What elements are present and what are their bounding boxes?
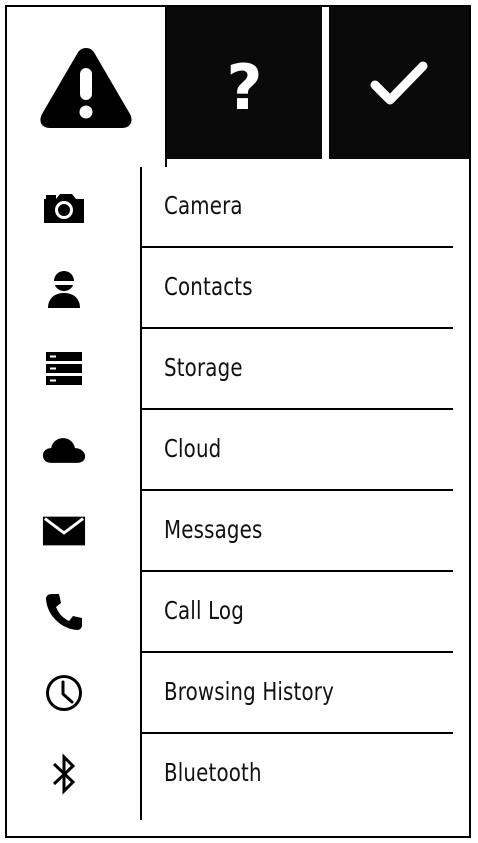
list-item-cloud[interactable]: Cloud xyxy=(7,410,469,491)
phone-icon xyxy=(42,592,86,632)
permissions-panel: ? Camera Contacts Storage Cloud Messages… xyxy=(5,5,471,838)
tab-bar: ? xyxy=(7,7,469,167)
envelope-icon xyxy=(42,511,86,551)
list-item-bluetooth[interactable]: Bluetooth xyxy=(7,734,469,815)
list-item-call-log[interactable]: Call Log xyxy=(7,572,469,653)
clock-icon xyxy=(42,673,86,713)
list-item-label: Contacts xyxy=(164,272,253,301)
camera-icon xyxy=(42,187,86,227)
tab-help[interactable]: ? xyxy=(167,7,327,159)
list-item-label: Bluetooth xyxy=(164,758,262,787)
tab-warning[interactable] xyxy=(7,7,167,167)
cloud-icon xyxy=(42,430,86,470)
warning-icon xyxy=(40,48,132,128)
question-icon: ? xyxy=(226,51,263,124)
list-item-label: Cloud xyxy=(164,434,222,463)
list-item-storage[interactable]: Storage xyxy=(7,329,469,410)
tab-done[interactable] xyxy=(327,7,469,159)
bluetooth-icon xyxy=(42,753,86,795)
list-item-browsing-history[interactable]: Browsing History xyxy=(7,653,469,734)
list-item-contacts[interactable]: Contacts xyxy=(7,248,469,329)
list-item-label: Storage xyxy=(164,353,243,382)
list-item-label: Browsing History xyxy=(164,677,334,706)
checkmark-icon xyxy=(370,61,428,105)
storage-icon xyxy=(42,349,86,389)
list-item-label: Call Log xyxy=(164,596,244,625)
list-item-camera[interactable]: Camera xyxy=(7,167,469,248)
list-item-label: Camera xyxy=(164,191,243,220)
contact-icon xyxy=(42,268,86,308)
list-item-label: Messages xyxy=(164,515,263,544)
list-item-messages[interactable]: Messages xyxy=(7,491,469,572)
